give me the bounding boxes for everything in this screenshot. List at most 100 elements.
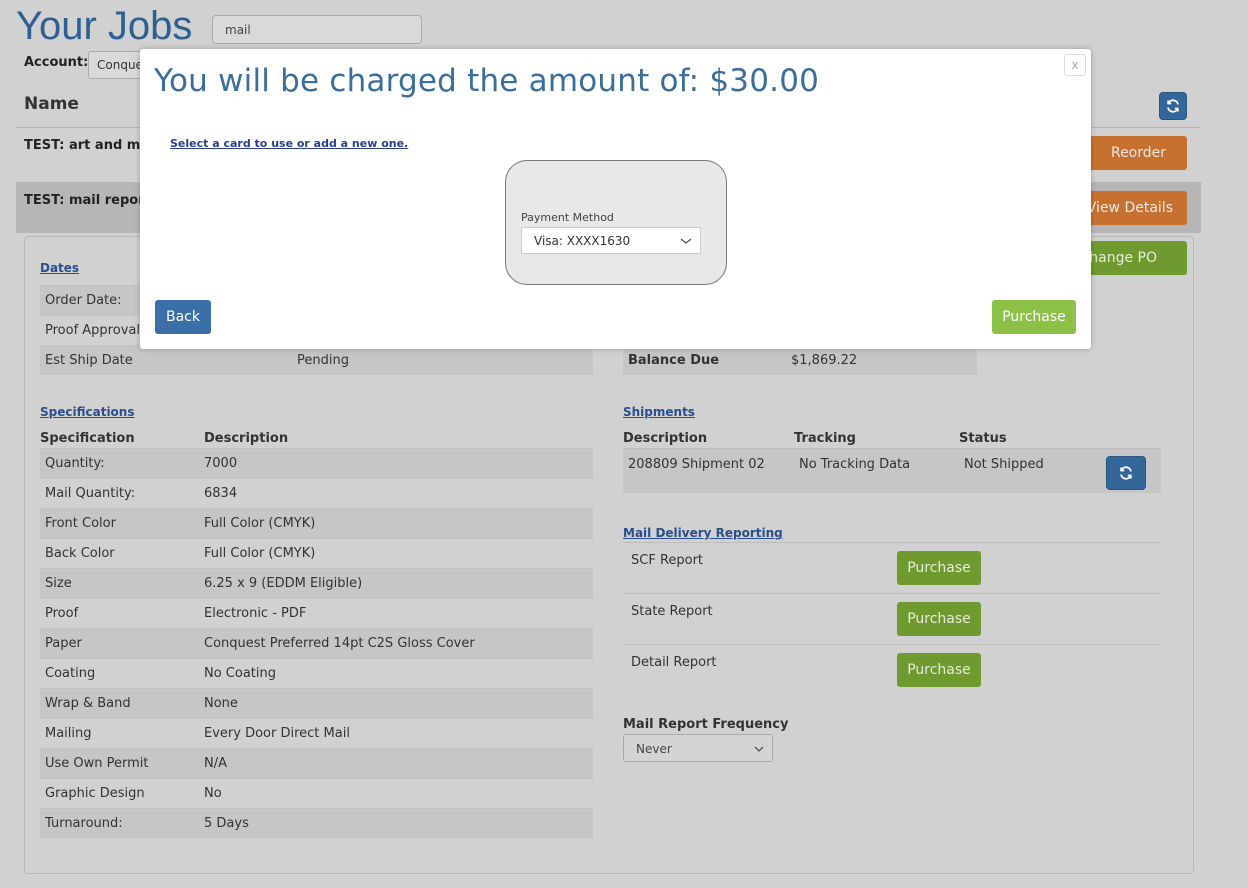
spec-value: Conquest Preferred 14pt C2S Gloss Cover	[204, 636, 475, 651]
table-row: Paper Conquest Preferred 14pt C2S Gloss C…	[40, 628, 593, 658]
spec-label: Use Own Permit	[45, 756, 149, 771]
balance-due-value: $1,869.22	[791, 352, 858, 368]
report-label: SCF Report	[631, 553, 704, 568]
change-po-button-label: Change PO	[1079, 250, 1157, 266]
spec-value: Electronic - PDF	[204, 606, 307, 621]
spec-value: N/A	[204, 756, 227, 771]
table-row: Use Own Permit N/A	[40, 748, 593, 778]
spec-value: Full Color (CMYK)	[204, 546, 316, 561]
list-item: SCF Report Purchase	[623, 542, 1161, 593]
spec-label: Back Color	[45, 546, 115, 561]
specifications-header: Specification Description	[40, 431, 288, 446]
list-item: State Report Purchase	[623, 593, 1161, 644]
view-details-button-label: View Details	[1086, 200, 1173, 216]
payment-method-value: Visa: XXXX1630	[534, 234, 631, 248]
specifications-table: Quantity: 7000 Mail Quantity: 6834 Front C…	[40, 448, 593, 838]
chevron-down-icon	[680, 238, 692, 244]
table-row: Front Color Full Color (CMYK)	[40, 508, 593, 538]
table-row: Graphic Design No	[40, 778, 593, 808]
purchase-scf-report-button[interactable]: Purchase	[897, 551, 981, 585]
spec-label: Proof	[45, 606, 79, 621]
table-row: Mail Quantity: 6834	[40, 478, 593, 508]
spec-label: Quantity:	[45, 456, 105, 471]
spec-label: Mailing	[45, 726, 92, 741]
table-row: Wrap & Band None	[40, 688, 593, 718]
close-icon: x	[1071, 58, 1079, 72]
report-label: Detail Report	[631, 655, 717, 670]
job-name[interactable]: TEST: art and mail	[24, 138, 158, 153]
spec-value: No Coating	[204, 666, 277, 681]
spec-label: Coating	[45, 666, 96, 681]
shipment-description-header: Description	[623, 431, 708, 446]
spec-label: Paper	[45, 636, 82, 651]
spec-label: Graphic Design	[45, 786, 145, 801]
payment-method-box: Payment Method Visa: XXXX1630	[505, 160, 727, 285]
table-row: Proof Electronic - PDF	[40, 598, 593, 628]
report-frequency-select[interactable]: Never	[623, 734, 773, 762]
table-row: Mailing Every Door Direct Mail	[40, 718, 593, 748]
purchase-detail-report-button[interactable]: Purchase	[897, 653, 981, 687]
page-title: Your Jobs	[16, 4, 193, 48]
list-item: Detail Report Purchase	[623, 644, 1161, 695]
search-input[interactable]: mail	[212, 15, 422, 44]
report-label: State Report	[631, 604, 713, 619]
refresh-jobs-button[interactable]	[1159, 92, 1187, 120]
spec-label: Mail Quantity:	[45, 486, 136, 501]
balance-due-label: Balance Due	[628, 352, 720, 368]
table-row: Back Color Full Color (CMYK)	[40, 538, 593, 568]
search-input-value: mail	[225, 22, 251, 37]
shipments-section-title[interactable]: Shipments	[623, 405, 695, 419]
report-frequency-value: Never	[636, 742, 672, 756]
payment-modal: You will be charged the amount of: $30.0…	[140, 49, 1091, 349]
dates-section-title[interactable]: Dates	[40, 261, 79, 275]
payment-method-select[interactable]: Visa: XXXX1630	[521, 227, 701, 254]
spec-value: None	[204, 696, 238, 711]
payment-method-label: Payment Method	[521, 211, 614, 224]
spec-value: 5 Days	[204, 816, 249, 831]
spec-label: Front Color	[45, 516, 116, 531]
spec-value: 6.25 x 9 (EDDM Eligible)	[204, 576, 363, 591]
modal-title: You will be charged the amount of: $30.0…	[154, 63, 820, 99]
spec-label: Size	[45, 576, 72, 591]
close-button[interactable]: x	[1064, 54, 1086, 76]
shipment-status-header: Status	[959, 431, 1007, 446]
spec-column-header: Specification	[40, 431, 135, 446]
refresh-icon	[1120, 466, 1132, 480]
reorder-button-label: Reorder	[1110, 145, 1167, 161]
select-card-link[interactable]: Select a card to use or add a new one.	[170, 137, 408, 150]
shipment-tracking-header: Tracking	[794, 431, 856, 446]
table-row: Quantity: 7000	[40, 448, 593, 478]
table-row: Coating No Coating	[40, 658, 593, 688]
balance-due-row: Balance Due $1,869.22	[623, 345, 977, 375]
spec-value: Every Door Direct Mail	[204, 726, 350, 741]
report-frequency-label: Mail Report Frequency	[623, 717, 789, 732]
purchase-button[interactable]: Purchase	[992, 300, 1076, 334]
spec-value: 7000	[204, 456, 238, 471]
name-column-header: Name	[24, 94, 79, 114]
refresh-shipment-button[interactable]	[1106, 456, 1146, 490]
table-row: Turnaround: 5 Days	[40, 808, 593, 838]
dates-value: Pending	[297, 353, 349, 368]
account-select[interactable]: Conquest	[88, 51, 148, 79]
shipment-status: Not Shipped	[964, 457, 1044, 472]
spec-value: No	[204, 786, 222, 801]
refresh-icon	[1167, 99, 1179, 113]
specifications-section-title[interactable]: Specifications	[40, 405, 134, 419]
dates-row: Est Ship Date Pending	[40, 345, 593, 375]
shipment-description: 208809 Shipment 02	[628, 457, 765, 472]
mail-reporting-list: SCF Report Purchase State Report Purchas…	[623, 542, 1161, 695]
chevron-down-icon	[754, 746, 764, 752]
spec-label: Turnaround:	[45, 816, 123, 831]
table-row: 208809 Shipment 02 No Tracking Data Not …	[623, 448, 1161, 493]
dates-label: Est Ship Date	[45, 353, 133, 368]
spec-label: Wrap & Band	[45, 696, 131, 711]
shipments-header: Description Tracking Status	[623, 431, 1007, 446]
spec-value: 6834	[204, 486, 238, 501]
back-button[interactable]: Back	[155, 300, 211, 334]
purchase-state-report-button[interactable]: Purchase	[897, 602, 981, 636]
table-row: Size 6.25 x 9 (EDDM Eligible)	[40, 568, 593, 598]
spec-value: Full Color (CMYK)	[204, 516, 316, 531]
mail-reporting-section-title[interactable]: Mail Delivery Reporting	[623, 526, 783, 540]
account-label: Account:	[24, 55, 89, 70]
description-column-header: Description	[204, 431, 289, 446]
